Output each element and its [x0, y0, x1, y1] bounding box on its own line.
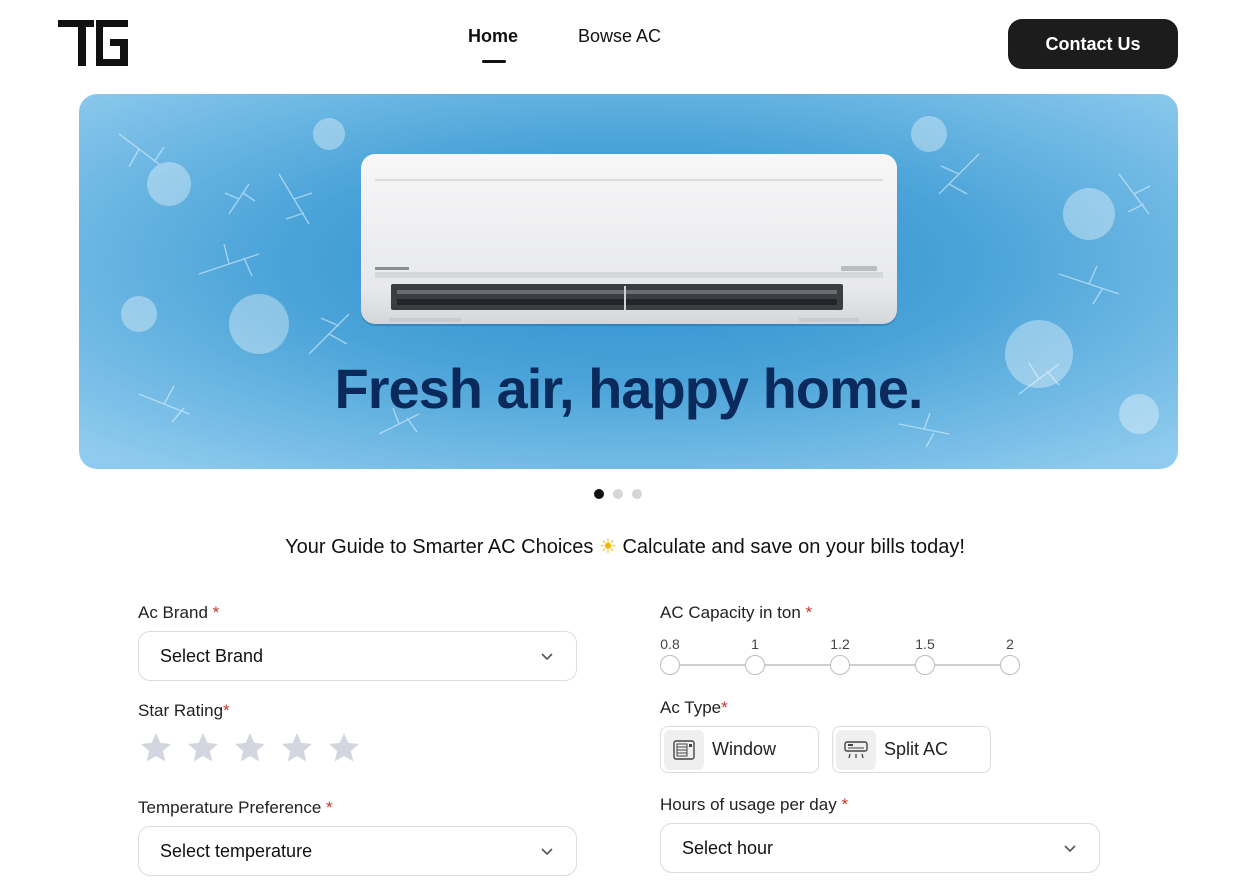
required-mark: *	[212, 603, 220, 622]
tagline: Your Guide to Smarter AC Choices ☀ Calcu…	[0, 534, 1250, 559]
chevron-down-icon	[541, 653, 553, 661]
contact-us-button[interactable]: Contact Us	[1008, 19, 1178, 69]
tagline-text-start: Your Guide to Smarter AC Choices	[285, 536, 599, 558]
logo[interactable]	[58, 20, 130, 68]
capacity-label: AC Capacity in ton *	[660, 603, 812, 623]
hero-headline: Fresh air, happy home.	[334, 357, 924, 420]
temperature-select[interactable]: Select temperature	[138, 826, 577, 876]
temperature-value: Select temperature	[160, 840, 313, 861]
required-mark: *	[805, 603, 813, 622]
ac-type-split-button[interactable]: Split AC	[832, 726, 991, 773]
ac-type-label-text: Ac Type	[660, 698, 722, 717]
capacity-option-1-5[interactable]	[915, 655, 935, 675]
hours-value: Select hour	[682, 837, 774, 858]
star-2-icon[interactable]	[185, 730, 221, 766]
capacity-tick-label: 1.5	[915, 636, 935, 652]
hours-label-text: Hours of usage per day	[660, 795, 842, 814]
nav-browse-ac[interactable]: Bowse AC	[578, 26, 661, 47]
capacity-tick-label: 1.2	[830, 636, 850, 652]
ac-type-split-label: Split AC	[884, 739, 949, 759]
ac-unit-illustration	[361, 154, 897, 326]
temperature-label: Temperature Preference *	[138, 798, 333, 818]
ac-type-label: Ac Type*	[660, 698, 728, 718]
carousel-dot-2[interactable]	[613, 489, 623, 499]
capacity-option-0-8[interactable]	[660, 655, 680, 675]
capacity-option-1[interactable]	[745, 655, 765, 675]
carousel-dot-1[interactable]	[594, 489, 604, 499]
star-3-icon[interactable]	[232, 730, 268, 766]
hours-label: Hours of usage per day *	[660, 795, 848, 815]
star-rating-label-text: Star Rating	[138, 701, 224, 720]
capacity-option-1-2[interactable]	[830, 655, 850, 675]
capacity-tick-label: 1	[751, 636, 759, 652]
temperature-label-text: Temperature Preference	[138, 798, 327, 817]
capacity-tick-label: 2	[1006, 636, 1014, 652]
sun-icon: ☀	[598, 536, 617, 558]
tagline-text-end: Calculate and save on your bills today!	[616, 536, 965, 558]
required-mark: *	[841, 795, 849, 814]
chevron-down-icon	[541, 848, 553, 856]
hours-select[interactable]: Select hour	[660, 823, 1100, 873]
chevron-down-icon	[1064, 845, 1076, 853]
required-mark: *	[721, 698, 728, 717]
hero-carousel[interactable]: Fresh air, happy home.	[79, 94, 1178, 469]
split-ac-icon	[836, 729, 876, 770]
carousel-dot-3[interactable]	[632, 489, 642, 499]
ac-brand-label-text: Ac Brand	[138, 603, 213, 622]
star-rating-input	[138, 730, 362, 766]
star-4-icon[interactable]	[279, 730, 315, 766]
capacity-option-2[interactable]	[1000, 655, 1020, 675]
ac-type-window-button[interactable]: Window	[660, 726, 819, 773]
ac-brand-value: Select Brand	[160, 645, 264, 666]
ac-brand-label: Ac Brand *	[138, 603, 219, 623]
nav-home-label: Home	[468, 26, 519, 46]
ac-type-window-label: Window	[712, 739, 777, 759]
star-1-icon[interactable]	[138, 730, 174, 766]
star-rating-label: Star Rating*	[138, 701, 230, 721]
nav-home[interactable]: Home	[468, 26, 519, 63]
capacity-label-text: AC Capacity in ton	[660, 603, 806, 622]
star-5-icon[interactable]	[326, 730, 362, 766]
required-mark: *	[326, 798, 333, 817]
capacity-tick-label: 0.8	[660, 636, 680, 652]
main-nav: Home Bowse AC	[468, 26, 661, 63]
required-mark: *	[223, 701, 230, 720]
capacity-slider[interactable]: 0.8 1 1.2 1.5 2	[660, 636, 1030, 678]
active-nav-indicator	[482, 60, 506, 63]
window-ac-icon	[664, 729, 704, 770]
carousel-dots	[594, 489, 642, 499]
ac-brand-select[interactable]: Select Brand	[138, 631, 577, 681]
nav-browse-ac-label: Bowse AC	[578, 26, 662, 46]
